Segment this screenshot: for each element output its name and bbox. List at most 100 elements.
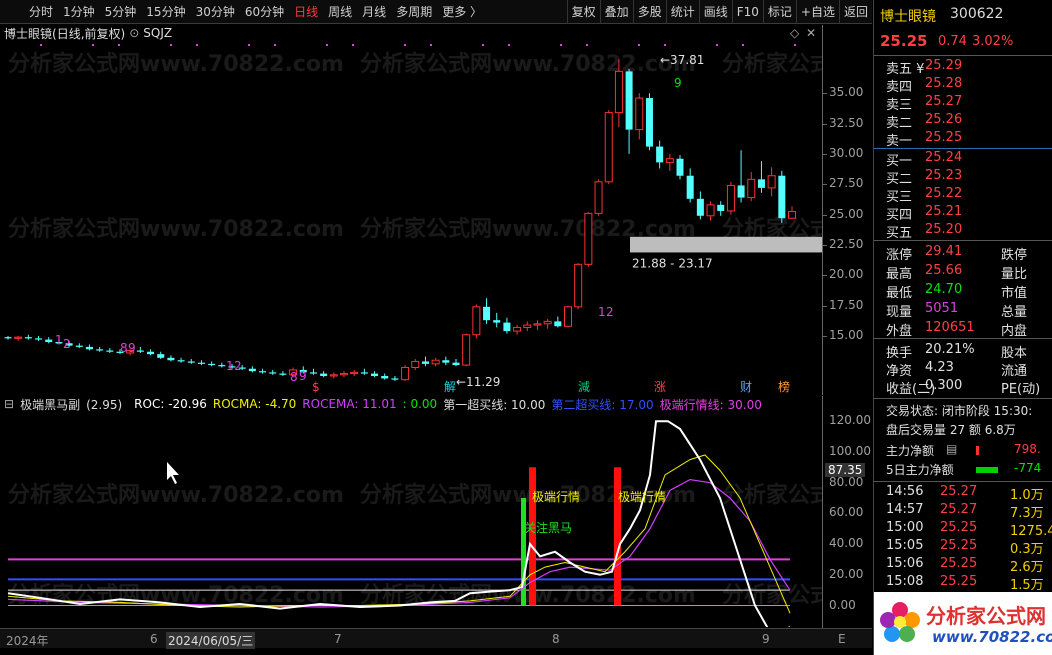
event-marker[interactable]: 涨 [654,379,666,393]
rocema-value: ROCEMA: 11.01 [302,397,397,411]
stats-cell: 内盘 [1001,324,1028,339]
diamond-icon[interactable]: ◇ [790,26,799,40]
divider [874,55,1052,56]
stats2-cell: 20.21% [925,342,975,357]
price-tick: 32.50 [829,115,864,130]
asks-cell: 卖五 ¥ [886,62,925,77]
watermark-text: 分析家公式网www.70822.com [722,482,822,508]
candle [381,373,389,380]
indicator-chart[interactable]: 分析家公式网www.70822.com 分析家公式网www.70822.com 分析… [0,412,822,627]
signal-dot [560,44,562,46]
tool-button-2[interactable]: 多股 [632,0,666,24]
candle [665,153,674,171]
candle [391,376,399,381]
candle [259,368,267,374]
event-marker[interactable]: 财 [740,380,752,393]
stats-cell: 25.66 [925,263,963,278]
price-tick: 27.50 [829,176,864,191]
signal-dot [794,44,796,46]
bids-cell: 25.21 [925,204,963,219]
tool-button-4[interactable]: 画线 [698,0,732,24]
period-3[interactable]: 15分钟 [141,0,190,24]
candle [85,344,93,351]
ticks-cell: 7.3万 [1010,506,1044,521]
ticks-cell: 14:56 [886,484,924,499]
period-6[interactable]: 日线 [289,0,323,24]
period-8[interactable]: 月线 [357,0,391,24]
candle [737,150,745,203]
period-toolbar: 分时 1分钟 5分钟 15分钟 30分钟 60分钟 日线 周线 月线 多周期 更多 〉 复权 叠加 多股… [0,0,872,24]
indicator-title-text: 极端黑马副 [20,397,81,412]
signal-dot [248,44,250,46]
stats2-cell: 股本 [1001,346,1028,361]
candle [431,357,440,367]
period-4[interactable]: 30分钟 [191,0,240,24]
asks-cell: 25.25 [925,130,963,145]
tool-button-6[interactable]: 标记 [762,0,796,24]
price-tick: 25.00 [829,206,864,221]
period-2[interactable]: 5分钟 [100,0,142,24]
tick-row: 15:05 25.25 0.3万 [874,538,1052,557]
sequence-number: 2 [63,337,71,351]
candle [564,305,572,328]
indicator-name[interactable]: SQJZ [143,26,172,40]
candle [187,359,195,364]
asks-cell: 25.26 [925,112,963,127]
stats2-cell: 换手 [886,346,913,361]
ticks-cell: 15:05 [886,538,924,553]
price-zone [630,236,822,253]
candle [656,140,664,169]
candle [625,68,633,154]
close-icon[interactable]: ✕ [806,26,816,40]
candle [309,368,317,375]
sequence-number: 2 [234,359,242,373]
candle [279,371,287,377]
event-marker[interactable]: 解 [444,380,456,393]
stats-cell: 涨停 [886,248,913,263]
bids-cell: 买四 [886,208,913,223]
line2-value: 第二超买线: 17.00 [551,397,654,412]
tool-button-0[interactable]: 复权 [566,0,600,24]
stock-name: 博士眼镜 [880,9,936,25]
period-7[interactable]: 周线 [323,0,357,24]
high-label: ←37.81 [660,53,704,67]
bid-row: 买二 25.23 [874,168,1052,187]
candle [788,206,796,219]
tool-button-8[interactable]: 返回 [838,0,872,24]
ticks-cell: 1.5万 [1010,578,1044,593]
menu-icon[interactable]: ⊟ [4,397,14,411]
candlestick-chart[interactable]: 分析家公式网www.70822.com 分析家公式网www.70822.com 分析… [0,41,822,393]
indicator-tick: 0.00 [829,597,856,612]
signal-dot [92,44,94,46]
signal-dot [482,44,484,46]
tool-button-3[interactable]: 统计 [665,0,699,24]
stat-row: 最低 24.70 市值 [874,282,1052,301]
stats2-row: 收益(二) 0.300 PE(动) [874,378,1052,397]
divider [874,240,1052,241]
line1-value: 第一超买线: 10.00 [443,397,546,412]
period-0[interactable]: 分时 [24,0,58,24]
candle [594,179,603,216]
event-marker[interactable]: 減 [578,379,590,393]
period-5[interactable]: 60分钟 [240,0,289,24]
signal-dot [716,44,718,46]
candle [645,93,653,151]
period-10[interactable]: 更多 〉 [437,0,487,24]
extreme-signal-bar [614,467,621,606]
low-label: ←11.29 [456,375,500,389]
signal-dot [404,44,406,46]
candle [35,335,43,341]
list-icon[interactable]: ▤ [946,442,957,456]
tool-button-7[interactable]: +自选 [795,0,839,24]
event-marker[interactable]: $ [312,380,320,393]
tool-button-5[interactable]: F10 [731,0,763,24]
tool-button-1[interactable]: 叠加 [599,0,633,24]
dropdown-icon[interactable]: ⊙ [129,26,139,40]
candle [717,201,725,216]
event-marker[interactable]: 榜 [778,379,790,393]
period-9[interactable]: 多周期 [391,0,437,24]
signal-dot [352,44,354,46]
sequence-number: 1 [55,333,63,347]
tick-mark [823,335,827,337]
period-1[interactable]: 1分钟 [58,0,100,24]
